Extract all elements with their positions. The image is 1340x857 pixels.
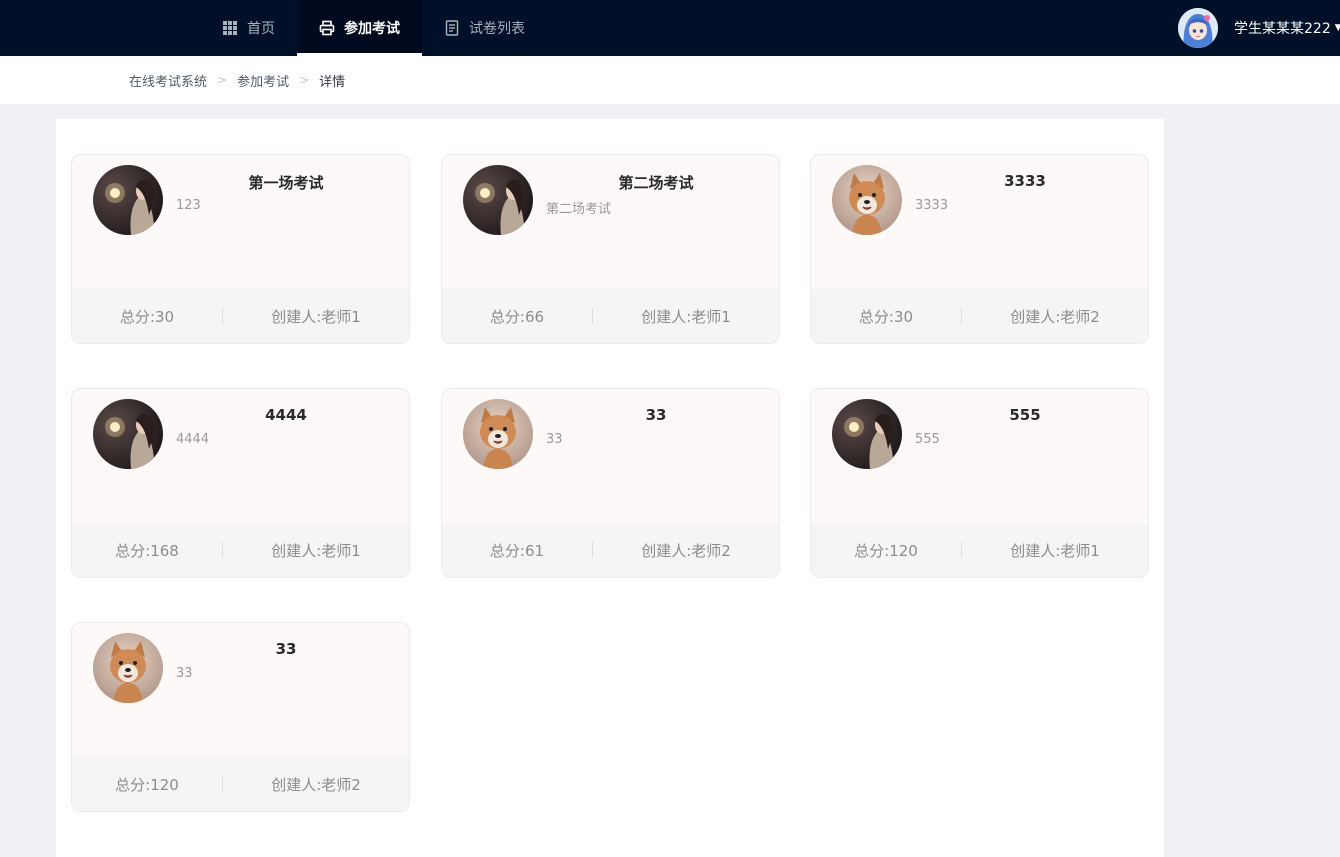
nav-item-label: 试卷列表 [469, 21, 525, 37]
total-score: 总分:120 [854, 541, 918, 560]
avatar [463, 165, 533, 235]
exam-description: 555 [915, 432, 940, 447]
avatar [832, 399, 902, 469]
user-name: 学生某某某222 [1234, 21, 1331, 37]
main-nav: 首页 参加考试 试卷列表 [200, 0, 547, 56]
avatar[interactable] [1178, 8, 1218, 48]
chevron-right-icon: > [217, 73, 228, 87]
document-icon [445, 20, 459, 36]
breadcrumb-item-current: 详情 [319, 74, 346, 90]
card-footer: 总分:120 创建人:老师2 [72, 757, 409, 811]
caret-down-icon[interactable]: ▼ [1335, 23, 1340, 33]
breadcrumb: 在线考试系统 > 参加考试 > 详情 [129, 56, 345, 104]
chevron-right-icon: > [299, 73, 310, 87]
shiba-dog-image [463, 399, 533, 469]
shiba-dog-image [93, 633, 163, 703]
anime-avatar-icon [1178, 8, 1218, 48]
exam-description: 3333 [915, 198, 949, 213]
grid-icon [223, 21, 237, 35]
total-score: 总分:61 [489, 541, 545, 560]
creator: 创建人:老师1 [271, 307, 361, 326]
total-score: 总分:66 [489, 307, 545, 326]
exam-title: 33 [275, 640, 297, 658]
total-score: 总分:168 [115, 541, 179, 560]
creator: 创建人:老师1 [641, 307, 731, 326]
creator: 创建人:老师1 [1010, 541, 1100, 560]
card-footer: 总分:61 创建人:老师2 [442, 523, 779, 577]
total-score: 总分:30 [858, 307, 914, 326]
exam-description: 4444 [176, 432, 210, 447]
creator: 创建人:老师2 [641, 541, 731, 560]
nav-item-paper-list[interactable]: 试卷列表 [422, 0, 547, 56]
card-footer: 总分:30 创建人:老师1 [72, 289, 409, 343]
girl-sparkler-image [93, 165, 163, 235]
girl-sparkler-image [463, 165, 533, 235]
exam-card[interactable]: 第二场考试 第二场考试 总分:66 创建人:老师1 [441, 154, 780, 344]
exam-card[interactable]: 4444 4444 总分:168 创建人:老师1 [71, 388, 410, 578]
printer-icon [319, 20, 335, 36]
card-footer: 总分:30 创建人:老师2 [811, 289, 1148, 343]
card-footer: 总分:66 创建人:老师1 [442, 289, 779, 343]
avatar [93, 399, 163, 469]
creator: 创建人:老师1 [271, 541, 361, 560]
exam-title: 4444 [265, 406, 307, 424]
exam-title: 3333 [1004, 172, 1046, 190]
top-navbar: 首页 参加考试 试卷列表 学生某某某222 ▼ [0, 0, 1340, 56]
exam-list-panel: 第一场考试 123 总分:30 创建人:老师1 第二场考试 第二场考试 总分:6… [56, 119, 1164, 857]
breadcrumb-bar: 在线考试系统 > 参加考试 > 详情 [0, 56, 1340, 104]
avatar [832, 165, 902, 235]
breadcrumb-item[interactable]: 参加考试 [237, 71, 289, 90]
creator: 创建人:老师2 [271, 775, 361, 794]
avatar [463, 399, 533, 469]
nav-item-join-exam[interactable]: 参加考试 [297, 0, 422, 56]
exam-description: 123 [176, 198, 201, 213]
avatar [93, 633, 163, 703]
exam-title: 33 [645, 406, 667, 424]
exam-card[interactable]: 33 33 总分:61 创建人:老师2 [441, 388, 780, 578]
exam-title: 555 [1009, 406, 1041, 424]
girl-sparkler-image [832, 399, 902, 469]
shiba-dog-image [832, 165, 902, 235]
creator: 创建人:老师2 [1010, 307, 1100, 326]
breadcrumb-item[interactable]: 在线考试系统 [129, 71, 207, 90]
user-menu[interactable]: 学生某某某222 ▼ [1178, 6, 1340, 50]
exam-description: 第二场考试 [546, 202, 612, 217]
girl-sparkler-image [93, 399, 163, 469]
exam-description: 33 [176, 666, 193, 681]
total-score: 总分:120 [115, 775, 179, 794]
card-footer: 总分:168 创建人:老师1 [72, 523, 409, 577]
exam-title: 第一场考试 [248, 174, 324, 192]
exam-description: 33 [546, 432, 563, 447]
exam-card[interactable]: 第一场考试 123 总分:30 创建人:老师1 [71, 154, 410, 344]
exam-title: 第二场考试 [618, 174, 694, 192]
exam-card[interactable]: 33 33 总分:120 创建人:老师2 [71, 622, 410, 812]
nav-item-home[interactable]: 首页 [200, 0, 297, 56]
exam-card[interactable]: 3333 3333 总分:30 创建人:老师2 [810, 154, 1149, 344]
exam-card[interactable]: 555 555 总分:120 创建人:老师1 [810, 388, 1149, 578]
card-footer: 总分:120 创建人:老师1 [811, 523, 1148, 577]
avatar [93, 165, 163, 235]
nav-item-label: 首页 [247, 21, 275, 37]
nav-item-label: 参加考试 [344, 21, 400, 37]
total-score: 总分:30 [119, 307, 175, 326]
